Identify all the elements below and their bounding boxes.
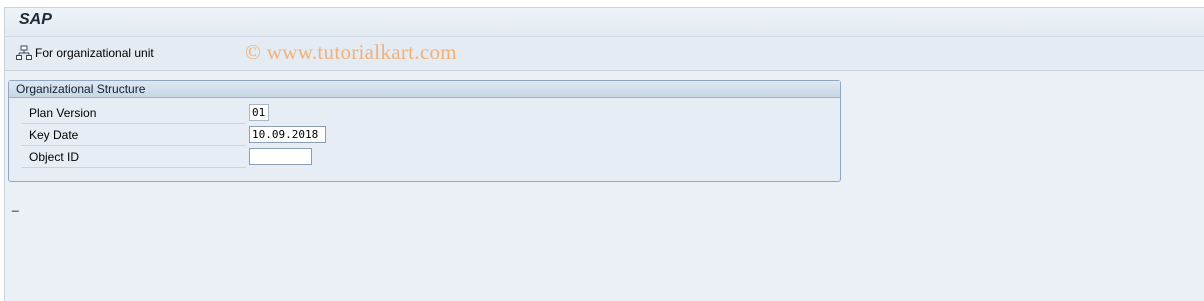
- title-bar: SAP: [5, 8, 1204, 37]
- status-cursor: _: [12, 198, 19, 212]
- key-date-field[interactable]: 10.09.2018: [249, 126, 326, 143]
- application-toolbar: For organizational unit © www.tutorialka…: [5, 37, 1204, 71]
- for-organizational-unit-label: For organizational unit: [35, 46, 154, 60]
- for-organizational-unit-button[interactable]: For organizational unit: [16, 45, 154, 61]
- group-title: Organizational Structure: [9, 81, 840, 98]
- key-date-label: Key Date: [29, 128, 79, 142]
- object-id-row: Object ID: [21, 146, 246, 168]
- plan-version-row: Plan Version: [21, 102, 246, 124]
- plan-version-label: Plan Version: [29, 106, 97, 120]
- sap-screen: SAP For organizational unit © www.tutori…: [4, 7, 1204, 301]
- plan-version-field[interactable]: 01: [249, 104, 269, 121]
- key-date-row: Key Date: [21, 124, 246, 146]
- object-id-field[interactable]: [249, 148, 312, 165]
- screen-title: SAP: [19, 11, 52, 28]
- org-hierarchy-icon: [16, 45, 32, 61]
- object-id-label: Object ID: [29, 150, 80, 164]
- watermark-text: © www.tutorialkart.com: [245, 40, 457, 64]
- organizational-structure-group: Organizational Structure Plan Version 01…: [8, 80, 841, 182]
